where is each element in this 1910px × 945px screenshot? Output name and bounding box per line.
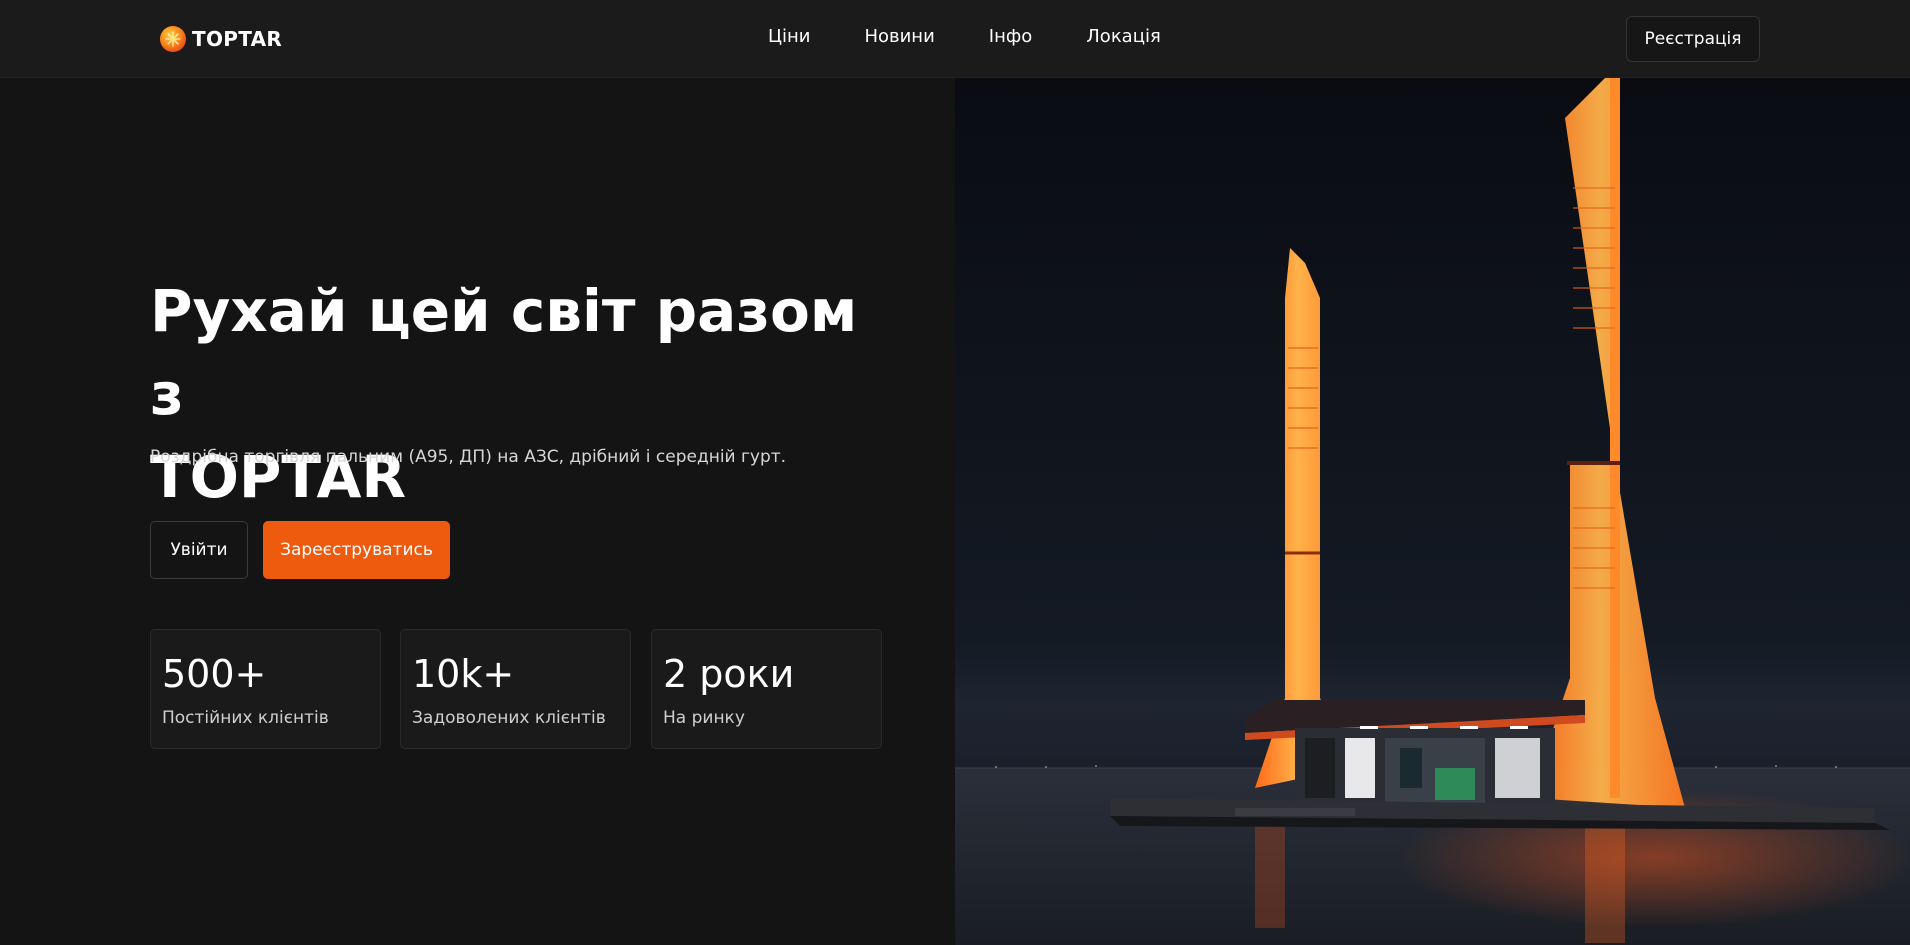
stat-card-regular-clients: 500+ Постійних клієнтів <box>150 629 381 749</box>
login-button[interactable]: Увійти <box>150 521 248 579</box>
main-nav: Ціни Новини Інфо Локація <box>768 26 1161 47</box>
stat-label: Постійних клієнтів <box>162 708 329 728</box>
hero-title-line-1: Рухай цей світ разом з <box>150 277 858 428</box>
nav-link-location[interactable]: Локація <box>1086 26 1161 47</box>
stat-card-satisfied-clients: 10k+ Задоволених клієнтів <box>400 629 631 749</box>
brand-name: TOPTAR <box>192 27 283 51</box>
sun-burst-logo-icon <box>160 26 186 52</box>
stat-card-years-on-market: 2 роки На ринку <box>651 629 882 749</box>
nav-link-info[interactable]: Інфо <box>989 26 1032 47</box>
nav-link-prices[interactable]: Ціни <box>768 26 810 47</box>
stat-label: Задоволених клієнтів <box>412 708 606 728</box>
top-navbar: TOPTAR Ціни Новини Інфо Локація Реєстрац… <box>0 0 1910 78</box>
brand-logo[interactable]: TOPTAR <box>159 24 282 54</box>
stat-value: 10k+ <box>412 652 515 696</box>
hero-title: Рухай цей світ разом з TOPTAR <box>150 270 870 519</box>
nav-link-news[interactable]: Новини <box>864 26 934 47</box>
hero-subtitle: Роздрібна торгівля пальним (А95, ДП) на … <box>150 447 787 467</box>
signup-button[interactable]: Зареєструватись <box>263 521 450 579</box>
stat-value: 2 роки <box>663 652 795 696</box>
neon-gas-station-illustration <box>955 78 1910 945</box>
header-register-button[interactable]: Реєстрація <box>1626 16 1760 62</box>
stat-value: 500+ <box>162 652 267 696</box>
stat-label: На ринку <box>663 708 745 728</box>
